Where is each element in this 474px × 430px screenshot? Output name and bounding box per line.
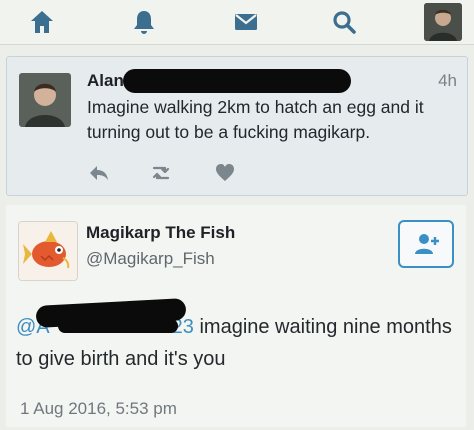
home-icon[interactable] — [28, 8, 56, 36]
author-handle[interactable]: @Magikarp_Fish — [86, 249, 215, 269]
like-icon[interactable] — [213, 161, 237, 185]
tweet-timestamp[interactable]: 1 Aug 2016, 5:53 pm — [20, 399, 177, 419]
tweet-text: Imagine walking 2km to hatch an egg and … — [87, 97, 424, 142]
notifications-icon[interactable] — [130, 8, 158, 36]
avatar[interactable] — [18, 221, 78, 281]
redaction-mark — [58, 319, 178, 333]
redaction-mark — [123, 69, 351, 93]
messages-icon[interactable] — [232, 8, 260, 36]
search-icon[interactable] — [330, 8, 358, 36]
add-user-icon — [415, 234, 439, 254]
tweet-card[interactable]: Alan Dal 4h Imagine walking 2km to hatch… — [6, 56, 468, 196]
avatar[interactable] — [19, 73, 71, 127]
follow-button[interactable] — [398, 220, 454, 268]
top-nav-bar — [0, 0, 474, 45]
reply-icon[interactable] — [87, 161, 111, 185]
tweet-timestamp[interactable]: 4h — [438, 71, 457, 91]
tweet-detail: Magikarp The Fish @Magikarp_Fish @A 23 im… — [6, 205, 466, 427]
retweet-icon[interactable] — [149, 161, 173, 185]
author-name[interactable]: Magikarp The Fish — [86, 223, 235, 243]
profile-avatar[interactable] — [424, 3, 462, 41]
